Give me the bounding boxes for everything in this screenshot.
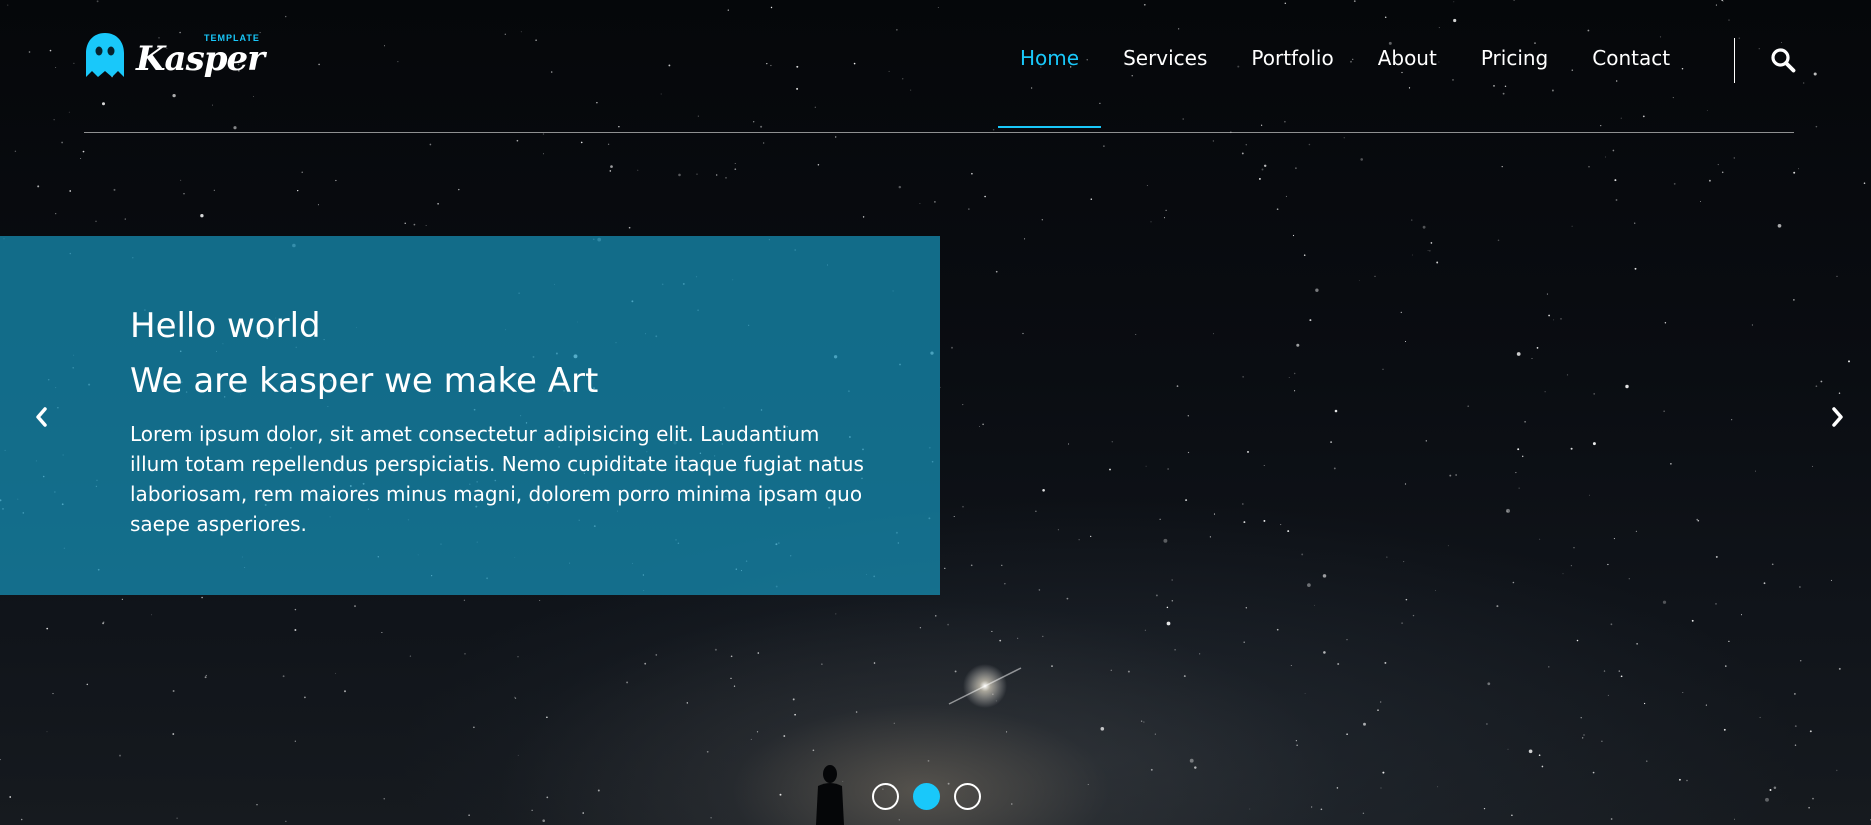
nav-item-pricing[interactable]: Pricing xyxy=(1459,40,1570,128)
main-nav: Home Services Portfolio About Pricing Co… xyxy=(998,40,1692,128)
nav-divider xyxy=(1734,38,1735,83)
nav-item-home[interactable]: Home xyxy=(998,40,1102,128)
logo[interactable]: TEMPLATE Kasper xyxy=(84,30,266,80)
person-silhouette xyxy=(816,765,844,825)
search-icon[interactable] xyxy=(1770,47,1796,73)
nav-item-contact[interactable]: Contact xyxy=(1570,40,1692,128)
ghost-icon xyxy=(86,33,124,77)
hero-section: TEMPLATE Kasper Home Services Portfolio … xyxy=(0,0,1871,825)
nav-item-portfolio[interactable]: Portfolio xyxy=(1229,40,1355,128)
slider-bullet-2[interactable] xyxy=(913,783,940,810)
intro-title-line2: We are kasper we make Art xyxy=(130,361,599,401)
slider-bullets xyxy=(872,783,981,810)
slider-bullet-3[interactable] xyxy=(954,783,981,810)
intro-text: Lorem ipsum dolor, sit amet consectetur … xyxy=(130,422,864,536)
intro-title: Hello world We are kasper we make Art xyxy=(130,299,870,409)
logo-wordmark: Kasper xyxy=(136,39,265,79)
chevron-right-icon[interactable] xyxy=(1825,402,1849,432)
bright-star xyxy=(948,664,1022,708)
logo-text: TEMPLATE Kasper xyxy=(136,31,266,79)
chevron-left-icon[interactable] xyxy=(30,402,54,432)
intro-title-line1: Hello world xyxy=(130,306,321,346)
slider-bullet-1[interactable] xyxy=(872,783,899,810)
nav-item-about[interactable]: About xyxy=(1356,40,1459,128)
header-divider-line xyxy=(84,132,1794,133)
nav-item-services[interactable]: Services xyxy=(1101,40,1229,128)
intro-box: Hello world We are kasper we make Art Lo… xyxy=(0,236,940,595)
